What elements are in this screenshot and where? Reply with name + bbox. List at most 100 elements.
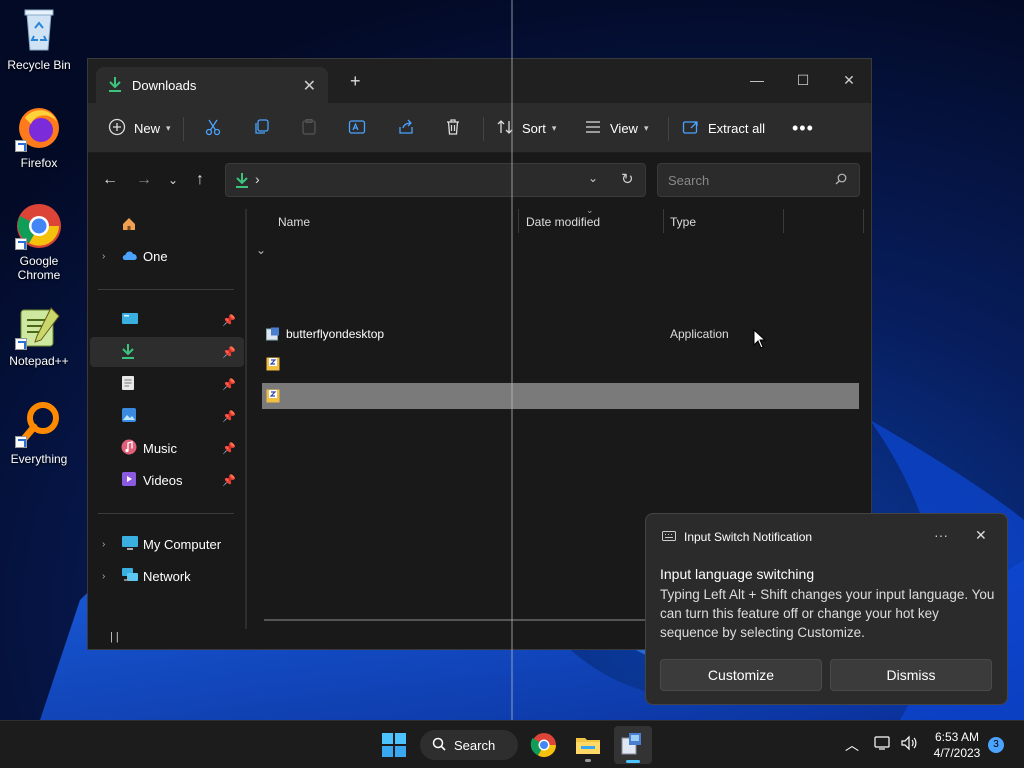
videos-icon bbox=[121, 471, 137, 490]
notification-more-button[interactable]: ··· bbox=[934, 527, 948, 543]
view-button[interactable]: View ▾ bbox=[584, 115, 648, 141]
desktop-icon-notepad-plus-plus[interactable]: Notepad++ bbox=[4, 302, 74, 368]
pin-icon[interactable]: 📌 bbox=[222, 314, 236, 327]
toolbar-divider bbox=[483, 117, 484, 141]
pane-splitter[interactable] bbox=[245, 209, 247, 629]
table-row[interactable]: butterflyondesktop Application bbox=[262, 321, 859, 347]
desktop-icon-recycle-bin[interactable]: Recycle Bin bbox=[4, 6, 74, 72]
share-icon bbox=[397, 118, 415, 139]
copy-icon bbox=[253, 118, 271, 139]
recycle-bin-icon bbox=[15, 6, 63, 54]
show-hidden-icons-chevron-icon[interactable]: ︿ bbox=[845, 735, 859, 755]
address-bar-row: ← → ⌄ ↑ › ⌄ ↻ Search bbox=[88, 153, 871, 207]
notification-toast[interactable]: Input Switch Notification ··· ✕ Input la… bbox=[645, 513, 1008, 705]
nav-item-pictures[interactable]: 📌 bbox=[90, 401, 244, 431]
download-icon bbox=[121, 343, 135, 362]
notification-body: Typing Left Alt + Shift changes your inp… bbox=[660, 587, 995, 640]
new-tab-button[interactable]: + bbox=[350, 71, 361, 92]
column-header-name[interactable]: Name bbox=[278, 215, 310, 229]
toolbar-divider bbox=[668, 117, 669, 141]
close-window-button[interactable]: ✕ bbox=[826, 65, 872, 95]
maximize-button[interactable]: ☐ bbox=[780, 65, 826, 95]
notepad-plus-plus-icon bbox=[15, 302, 63, 350]
desktop-icon-label: Notepad++ bbox=[9, 354, 69, 368]
volume-icon[interactable] bbox=[900, 735, 918, 754]
notification-title: Input language switching bbox=[660, 566, 815, 582]
application-file-icon bbox=[266, 327, 280, 344]
pin-icon[interactable]: 📌 bbox=[222, 410, 236, 423]
nav-item-videos[interactable]: Videos 📌 bbox=[90, 465, 244, 495]
pin-icon[interactable]: 📌 bbox=[222, 474, 236, 487]
start-button[interactable] bbox=[378, 729, 410, 761]
nav-item-my-computer[interactable]: › My Computer bbox=[90, 529, 244, 559]
search-input[interactable]: Search bbox=[657, 163, 860, 197]
customize-button[interactable]: Customize bbox=[660, 659, 822, 691]
title-bar[interactable]: Downloads ✕ + — ☐ ✕ bbox=[88, 59, 871, 103]
column-divider[interactable] bbox=[783, 209, 784, 233]
desktop-icon-google-chrome[interactable]: Google Chrome bbox=[4, 202, 74, 282]
column-header-date-modified[interactable]: Date modified bbox=[526, 215, 600, 229]
column-divider[interactable] bbox=[518, 209, 519, 233]
snap-divider[interactable] bbox=[511, 0, 513, 720]
column-divider[interactable] bbox=[663, 209, 664, 233]
download-icon bbox=[235, 172, 249, 191]
minimize-button[interactable]: — bbox=[734, 65, 780, 95]
share-button[interactable] bbox=[397, 115, 415, 141]
notification-count-badge[interactable]: 3 bbox=[988, 737, 1004, 753]
address-field[interactable]: › ⌄ ↻ bbox=[225, 163, 646, 197]
taskbar-active-app[interactable] bbox=[614, 726, 652, 764]
firefox-icon bbox=[15, 104, 63, 152]
table-row[interactable] bbox=[262, 351, 859, 377]
column-header-type[interactable]: Type bbox=[670, 215, 696, 229]
nav-item-home[interactable] bbox=[90, 210, 244, 240]
shortcut-arrow-icon bbox=[15, 338, 27, 350]
back-arrow-icon[interactable]: ← bbox=[102, 171, 118, 189]
active-indicator bbox=[626, 760, 640, 763]
nav-item-onedrive[interactable]: › One bbox=[90, 241, 244, 271]
breadcrumb-separator[interactable]: › bbox=[255, 171, 260, 187]
cut-button[interactable] bbox=[204, 115, 222, 141]
taskbar-search-label: Search bbox=[454, 737, 496, 753]
table-row-selected[interactable] bbox=[262, 383, 859, 409]
network-status-icon[interactable] bbox=[874, 735, 892, 754]
tab-downloads[interactable]: Downloads ✕ bbox=[96, 67, 328, 103]
copy-button[interactable] bbox=[253, 115, 271, 141]
desktop-icon-firefox[interactable]: Firefox bbox=[4, 104, 74, 170]
nav-item-network[interactable]: › Network bbox=[90, 561, 244, 591]
delete-button[interactable] bbox=[444, 115, 462, 141]
recent-locations-chevron-icon[interactable]: ⌄ bbox=[168, 173, 178, 187]
sort-button[interactable]: Sort ▾ bbox=[496, 115, 556, 141]
rename-button[interactable] bbox=[348, 115, 366, 141]
close-tab-icon[interactable]: ✕ bbox=[303, 76, 316, 96]
nav-item-downloads[interactable]: 📌 bbox=[90, 337, 244, 367]
desktop-icon-everything[interactable]: Everything bbox=[4, 400, 74, 466]
running-indicator bbox=[585, 759, 591, 762]
taskbar-file-explorer[interactable] bbox=[572, 729, 604, 762]
horizontal-scrollbar[interactable] bbox=[264, 619, 664, 621]
pin-icon[interactable]: 📌 bbox=[222, 346, 236, 359]
address-history-chevron-icon[interactable]: ⌄ bbox=[588, 171, 598, 185]
notification-close-icon[interactable]: ✕ bbox=[975, 527, 987, 544]
nav-item-music[interactable]: Music 📌 bbox=[90, 433, 244, 463]
taskbar-search-button[interactable]: Search bbox=[420, 730, 518, 760]
group-collapse-chevron-icon[interactable]: ⌄ bbox=[256, 243, 266, 257]
system-clock[interactable]: 6:53 AM 4/7/2023 bbox=[928, 729, 986, 761]
extract-all-button[interactable]: Extract all bbox=[682, 115, 765, 141]
installer-app-icon bbox=[618, 730, 646, 761]
desktop-icon-label: Recycle Bin bbox=[7, 58, 71, 72]
dismiss-button[interactable]: Dismiss bbox=[830, 659, 992, 691]
nav-item-desktop[interactable]: 📌 bbox=[90, 305, 244, 335]
new-button[interactable]: New ▾ bbox=[108, 115, 171, 141]
nav-item-documents[interactable]: 📌 bbox=[90, 369, 244, 399]
paste-button[interactable] bbox=[300, 115, 318, 141]
more-options-button[interactable]: ••• bbox=[792, 115, 814, 141]
shortcut-arrow-icon bbox=[15, 140, 27, 152]
extract-label: Extract all bbox=[708, 120, 766, 136]
taskbar-chrome[interactable] bbox=[528, 729, 560, 761]
pin-icon[interactable]: 📌 bbox=[222, 442, 236, 455]
up-arrow-icon[interactable]: ↑ bbox=[196, 171, 204, 189]
forward-arrow-icon[interactable]: → bbox=[136, 171, 152, 189]
refresh-icon[interactable]: ↻ bbox=[621, 170, 634, 188]
column-divider[interactable] bbox=[863, 209, 864, 233]
pin-icon[interactable]: 📌 bbox=[222, 378, 236, 391]
